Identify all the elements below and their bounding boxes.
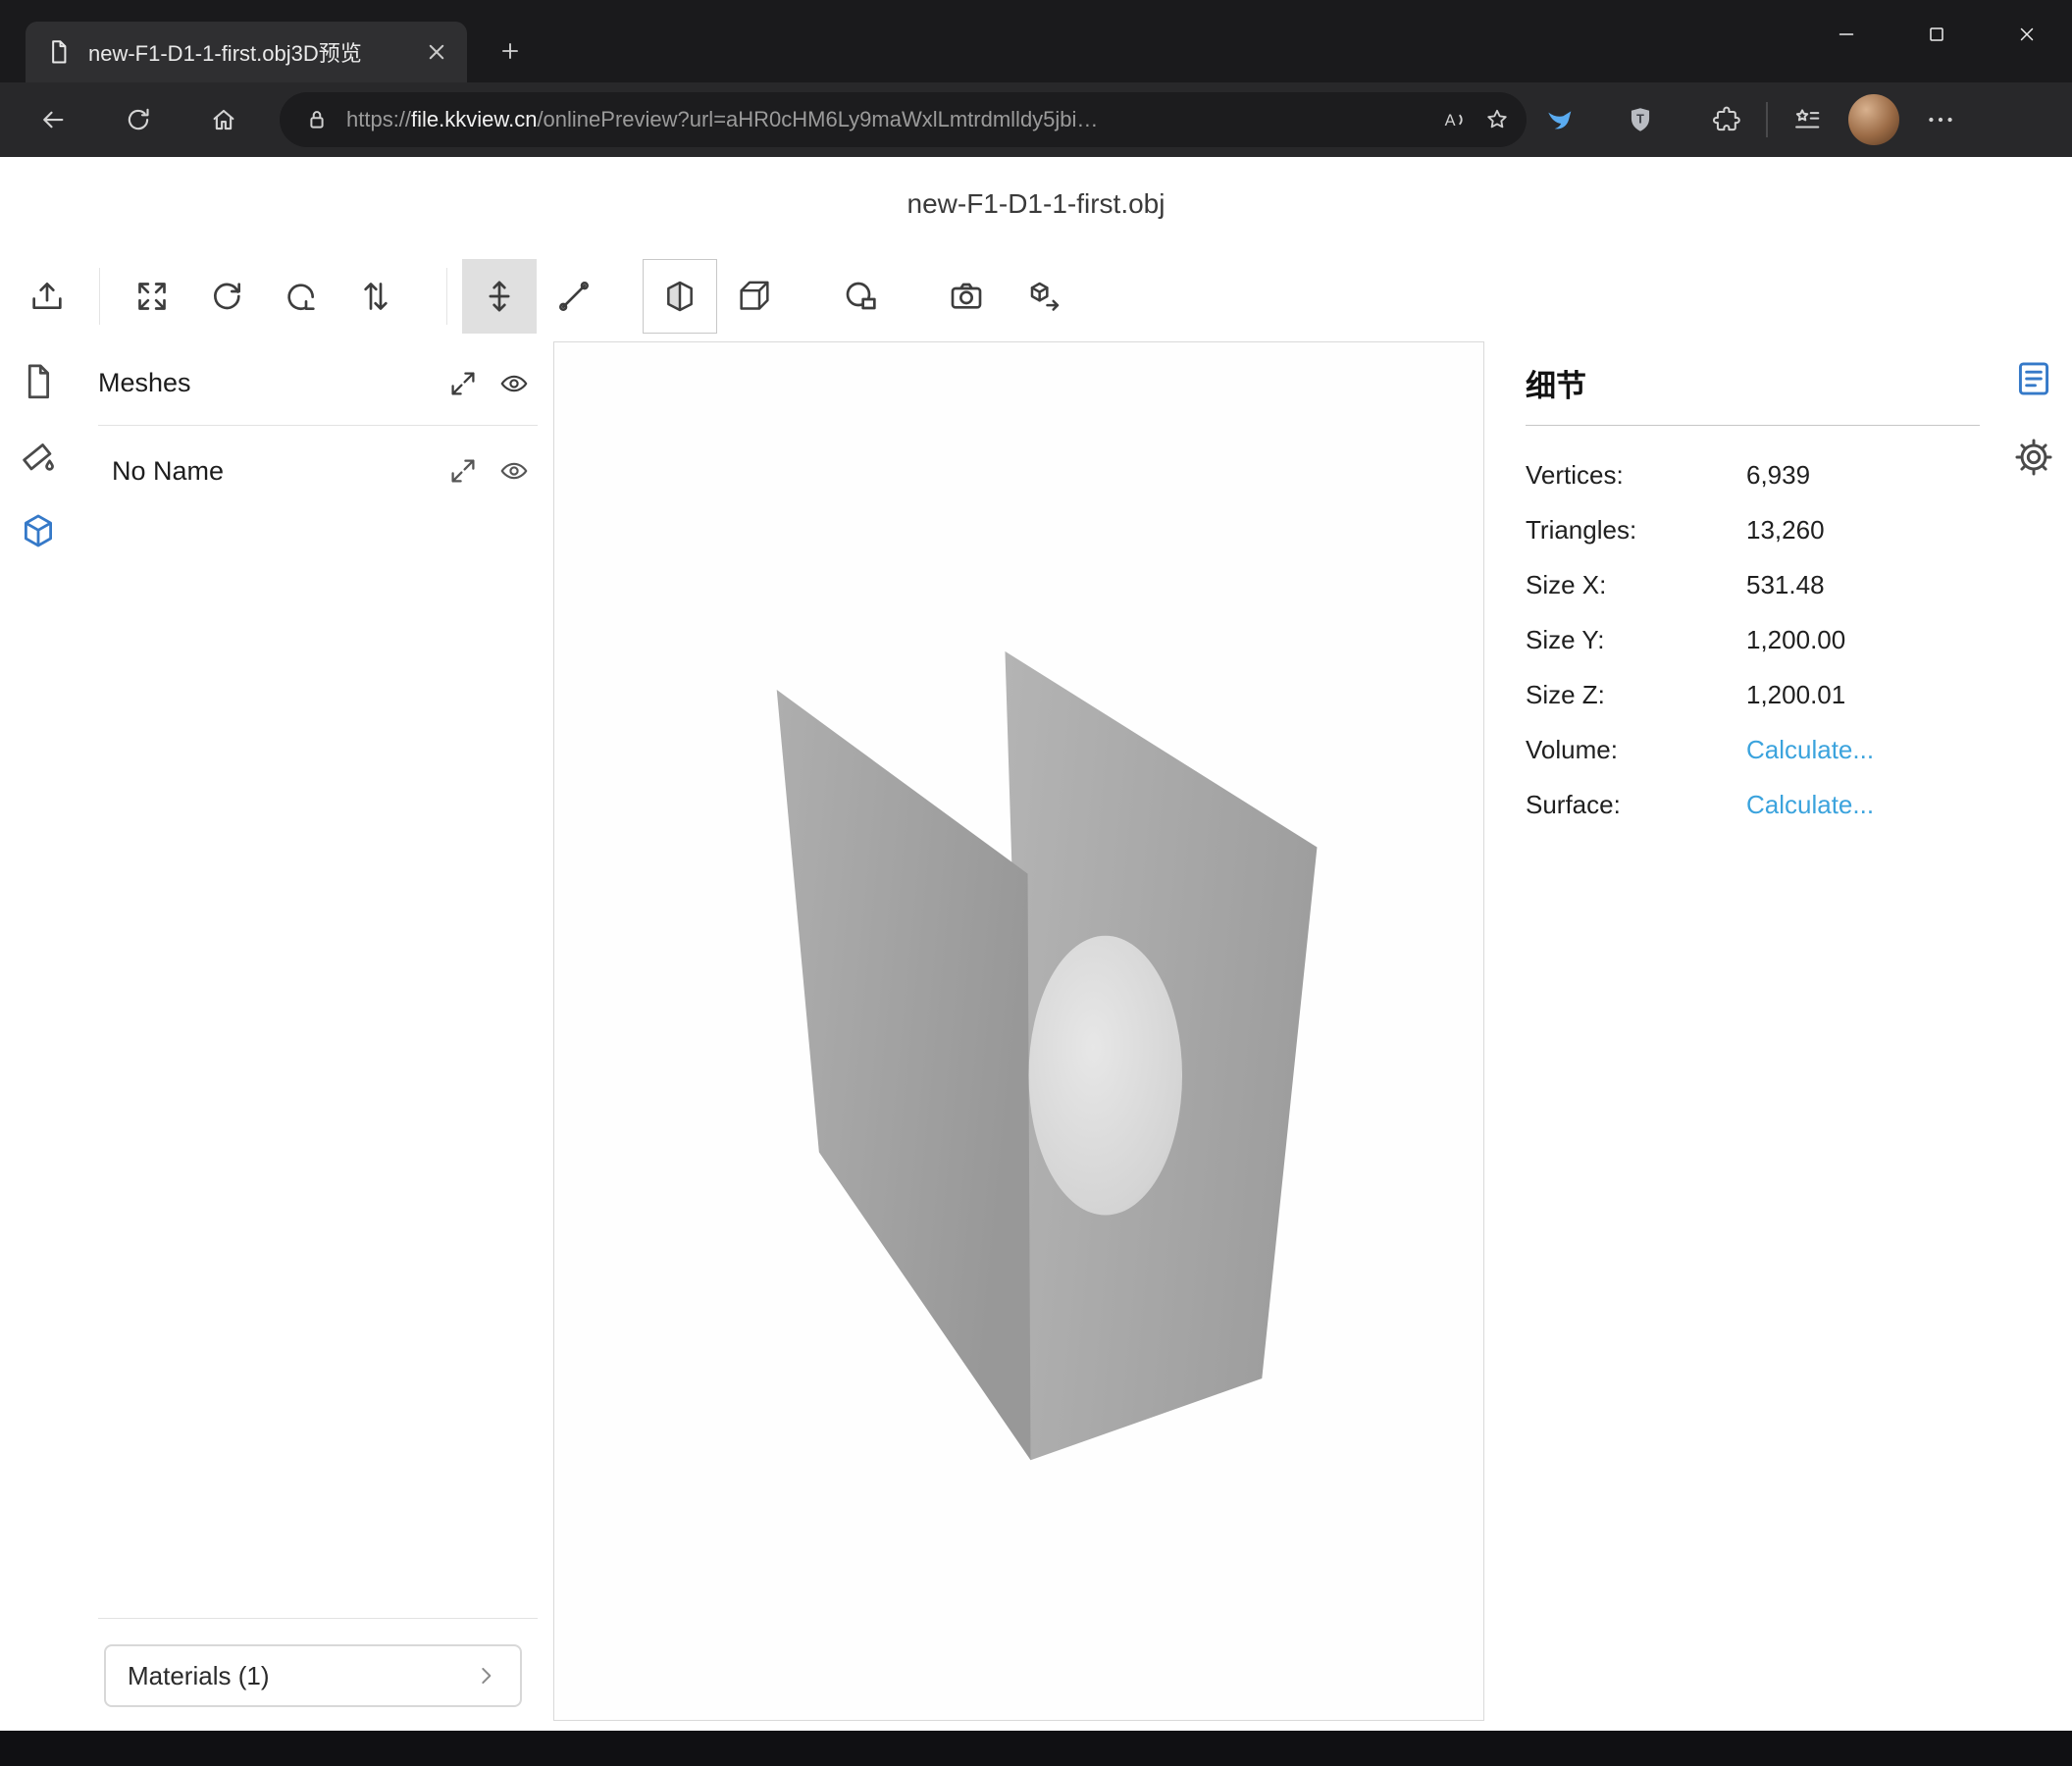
page-header: new-F1-D1-1-first.obj: [0, 157, 2072, 251]
perspective-view-button[interactable]: [643, 259, 717, 334]
file-info-icon[interactable]: [18, 361, 59, 402]
minimize-button[interactable]: [1801, 0, 1891, 69]
detail-row-size-x: Size X: 531.48: [1526, 557, 1980, 612]
bird-extension-icon[interactable]: [1534, 94, 1585, 145]
visibility-eye-icon[interactable]: [498, 368, 530, 399]
measure-line-button[interactable]: [537, 259, 611, 334]
model-cube-icon[interactable]: [18, 510, 59, 551]
read-aloud-icon[interactable]: A: [1440, 106, 1468, 133]
page-title: new-F1-D1-1-first.obj: [907, 188, 1166, 220]
refresh-icon[interactable]: [109, 90, 168, 149]
toolbar-divider: [1766, 102, 1768, 137]
shield-extension-icon[interactable]: T: [1615, 94, 1666, 145]
detail-value: 1,200.01: [1746, 680, 1980, 710]
settings-gear-icon[interactable]: [2012, 436, 2055, 479]
url-field[interactable]: https://file.kkview.cn/onlinePreview?url…: [280, 92, 1527, 147]
profile-avatar[interactable]: [1848, 94, 1899, 145]
meshes-panel: Meshes No Name: [77, 341, 538, 1721]
detail-row-volume: Volume: Calculate...: [1526, 722, 1980, 777]
browser-window: new-F1-D1-1-first.obj3D预览: [0, 0, 2072, 1766]
detail-label: Surface:: [1526, 790, 1746, 820]
details-panel: 细节 Vertices: 6,939 Triangles: 13,260 Siz…: [1500, 341, 1995, 1721]
detail-label: Triangles:: [1526, 515, 1746, 545]
model-viewport[interactable]: [553, 341, 1484, 1721]
detail-row-surface: Surface: Calculate...: [1526, 777, 1980, 832]
mesh-name: No Name: [112, 456, 428, 487]
more-ellipsis-icon[interactable]: [1915, 94, 1966, 145]
tab-title: new-F1-D1-1-first.obj3D预览: [88, 36, 406, 68]
back-icon[interactable]: [24, 90, 82, 149]
lock-icon[interactable]: [303, 106, 331, 133]
flip-vertical-button[interactable]: [338, 259, 413, 334]
maximize-button[interactable]: [1891, 0, 1982, 69]
screenshot-camera-button[interactable]: [929, 259, 1004, 334]
model-render: [554, 342, 1483, 1720]
zoom-to-mesh-icon[interactable]: [447, 455, 479, 487]
viewer-toolbar: [0, 251, 2072, 341]
detail-label: Size X:: [1526, 570, 1746, 600]
detail-value: 13,260: [1746, 515, 1980, 545]
detail-label: Volume:: [1526, 735, 1746, 765]
export-model-button[interactable]: [1008, 259, 1082, 334]
left-plane: [777, 690, 1031, 1460]
main-content: Meshes No Name: [0, 341, 2072, 1731]
address-bar: https://file.kkview.cn/onlinePreview?url…: [0, 82, 2072, 157]
expand-all-icon[interactable]: [447, 368, 479, 399]
detail-value: 531.48: [1746, 570, 1980, 600]
home-icon[interactable]: [194, 90, 253, 149]
detail-label: Size Z:: [1526, 680, 1746, 710]
toolbar-divider: [99, 268, 100, 325]
rotate-horizontal-button[interactable]: [189, 259, 264, 334]
detail-value: 1,200.00: [1746, 625, 1980, 655]
detail-row-vertices: Vertices: 6,939: [1526, 447, 1980, 502]
browser-tab[interactable]: new-F1-D1-1-first.obj3D预览: [26, 22, 467, 82]
window-controls: [1801, 0, 2072, 69]
rotate-vertical-button[interactable]: [264, 259, 338, 334]
move-tool-button[interactable]: [462, 259, 537, 334]
materials-button-label: Materials (1): [128, 1661, 269, 1691]
cylinder: [1029, 936, 1182, 1216]
chevron-right-icon: [473, 1663, 498, 1688]
viewer-page: new-F1-D1-1-first.obj: [0, 157, 2072, 1731]
toolbar-divider: [446, 268, 447, 325]
favorite-star-icon[interactable]: [1483, 106, 1511, 133]
detail-label: Vertices:: [1526, 460, 1746, 491]
tab-close-icon[interactable]: [422, 37, 451, 67]
details-rows: Vertices: 6,939 Triangles: 13,260 Size X…: [1526, 447, 1980, 832]
materials-icon[interactable]: [18, 436, 59, 477]
favorites-bar-icon[interactable]: [1782, 94, 1833, 145]
meshes-panel-footer: Materials (1): [98, 1618, 538, 1721]
fit-view-button[interactable]: [115, 259, 189, 334]
calculate-volume-link[interactable]: Calculate...: [1746, 735, 1980, 765]
detail-row-size-z: Size Z: 1,200.01: [1526, 667, 1980, 722]
extensions-puzzle-icon[interactable]: [1701, 94, 1752, 145]
detail-value: 6,939: [1746, 460, 1980, 491]
tab-bar: new-F1-D1-1-first.obj3D预览: [0, 0, 2072, 82]
materials-button[interactable]: Materials (1): [104, 1644, 522, 1707]
mesh-visibility-eye-icon[interactable]: [498, 455, 530, 487]
right-rail: [1995, 341, 2072, 1721]
new-tab-button[interactable]: [483, 24, 538, 78]
details-title: 细节: [1526, 341, 1980, 426]
orthographic-view-button[interactable]: [717, 259, 792, 334]
meshes-title: Meshes: [98, 368, 428, 398]
url-text: https://file.kkview.cn/onlinePreview?url…: [346, 107, 1424, 132]
mesh-list-item[interactable]: No Name: [98, 436, 538, 506]
details-list-icon[interactable]: [2012, 357, 2055, 400]
detail-row-size-y: Size Y: 1,200.00: [1526, 612, 1980, 667]
document-icon: [45, 38, 73, 66]
open-file-button[interactable]: [10, 259, 84, 334]
calculate-surface-link[interactable]: Calculate...: [1746, 790, 1980, 820]
detail-row-triangles: Triangles: 13,260: [1526, 502, 1980, 557]
detail-label: Size Y:: [1526, 625, 1746, 655]
svg-text:T: T: [1636, 113, 1644, 127]
bottom-edge-bar: [0, 1731, 2072, 1766]
meshes-header: Meshes: [98, 341, 538, 426]
left-rail: [0, 341, 77, 1721]
close-button[interactable]: [1982, 0, 2072, 69]
zoom-region-button[interactable]: [823, 259, 898, 334]
svg-text:A: A: [1445, 112, 1456, 130]
